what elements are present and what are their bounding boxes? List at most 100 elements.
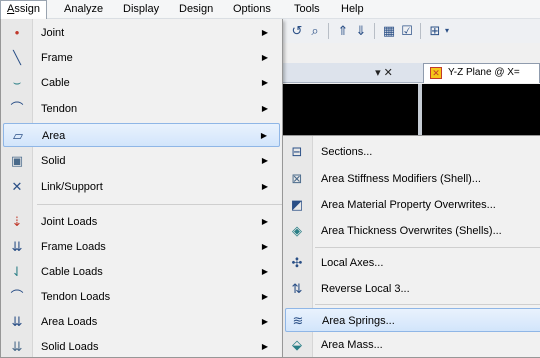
submenu-item-label: Local Axes... xyxy=(321,257,384,269)
menu-analyze[interactable]: Analyze xyxy=(58,0,109,19)
sections-icon: ⊟ xyxy=(291,144,303,159)
submenu-arrow-icon: ▶ xyxy=(261,104,268,113)
move-down-icon[interactable]: ⇓ xyxy=(352,23,370,39)
cable-icon: ⌣ xyxy=(12,75,22,90)
submenu-arrow-icon: ▶ xyxy=(261,292,268,301)
submenu-item-label: Area Material Property Overwrites... xyxy=(321,199,496,211)
submenu-item-thickness-overwrites[interactable]: ◈ Area Thickness Overwrites (Shells)... xyxy=(285,219,540,243)
menu-assign[interactable]: Assign xyxy=(0,0,48,20)
cable-loads-icon: ⇃ xyxy=(11,264,23,279)
menu-item-label: Cable xyxy=(41,77,70,89)
menu-item-link-support[interactable]: ✕ Link/Support ▶ xyxy=(3,175,280,199)
menu-item-label: Area xyxy=(42,130,66,142)
submenu-item-area-springs[interactable]: ≋ Area Springs... xyxy=(285,308,540,332)
submenu-item-label: Sections... xyxy=(321,146,373,158)
material-overwrites-icon: ◩ xyxy=(290,197,304,212)
area-submenu: ⊟ Sections... ⊠ Area Stiffness Modifiers… xyxy=(282,135,540,358)
area-loads-icon: ⇊ xyxy=(11,314,23,329)
tendon-loads-icon: ⌒ xyxy=(10,289,24,304)
joint-icon: • xyxy=(14,25,20,40)
submenu-arrow-icon: ▶ xyxy=(261,28,268,37)
menu-item-label: Frame Loads xyxy=(41,241,106,253)
submenu-arrow-icon: ▶ xyxy=(261,317,268,326)
menu-item-frame[interactable]: ╲ Frame ▶ xyxy=(3,46,280,70)
undo-icon[interactable]: ↺ xyxy=(288,23,306,39)
submenu-item-label: Area Stiffness Modifiers (Shell)... xyxy=(321,173,481,185)
submenu-item-label: Area Springs... xyxy=(322,315,395,327)
menu-item-label: Cable Loads xyxy=(41,266,103,278)
menu-item-joint[interactable]: • Joint ▶ xyxy=(3,21,280,45)
toolbar-separator xyxy=(420,23,421,39)
link-support-icon: ✕ xyxy=(11,179,23,194)
toolbar-separator xyxy=(328,23,329,39)
submenu-arrow-icon: ▶ xyxy=(261,217,268,226)
thickness-overwrites-icon: ◈ xyxy=(292,223,302,238)
pane-close-controls[interactable]: ▾ ✕ xyxy=(364,63,404,83)
submenu-item-reverse-local-3[interactable]: ⇅ Reverse Local 3... xyxy=(285,277,540,301)
tendon-icon: ⌒ xyxy=(10,101,24,116)
menu-item-area-loads[interactable]: ⇊ Area Loads ▶ xyxy=(3,310,280,334)
menu-item-area[interactable]: ▱ Area ▶ xyxy=(3,123,280,147)
move-up-icon[interactable]: ⇑ xyxy=(334,23,352,39)
toolbar-separator xyxy=(374,23,375,39)
menu-item-joint-loads[interactable]: ⇣ Joint Loads ▶ xyxy=(3,210,280,234)
menu-item-label: Area Loads xyxy=(41,316,98,328)
menu-tools[interactable]: Tools xyxy=(288,0,326,19)
submenu-arrow-icon: ▶ xyxy=(261,182,268,191)
chevron-down-icon[interactable]: ▾ xyxy=(442,23,452,39)
menu-item-label: Solid xyxy=(41,155,66,167)
assign-menu: • Joint ▶ ╲ Frame ▶ ⌣ Cable ▶ ⌒ Tendon ▶… xyxy=(0,19,283,358)
menu-item-label: Solid Loads xyxy=(41,341,99,353)
menu-item-tendon[interactable]: ⌒ Tendon ▶ xyxy=(3,97,280,121)
joint-loads-icon: ⇣ xyxy=(11,214,23,229)
menu-item-frame-loads[interactable]: ⇊ Frame Loads ▶ xyxy=(3,235,280,259)
menu-separator xyxy=(37,204,282,205)
submenu-separator xyxy=(315,247,540,248)
view-tab-title: Y-Z Plane @ X= xyxy=(448,67,520,78)
menu-item-label: Tendon xyxy=(41,103,78,115)
reverse-local-icon: ⇅ xyxy=(291,281,303,296)
menu-item-label: Link/Support xyxy=(41,181,103,193)
submenu-arrow-icon: ▶ xyxy=(261,242,268,251)
menu-assign-rest: ssign xyxy=(14,3,41,15)
menu-item-cable-loads[interactable]: ⇃ Cable Loads ▶ xyxy=(3,260,280,284)
frame-icon: ╲ xyxy=(13,50,21,65)
area-mass-icon: ⬙ xyxy=(292,337,302,352)
view-window-icon: ✕ xyxy=(430,67,442,79)
submenu-item-stiffness-modifiers[interactable]: ⊠ Area Stiffness Modifiers (Shell)... xyxy=(285,167,540,191)
menu-item-label: Tendon Loads xyxy=(41,291,111,303)
area-springs-icon: ≋ xyxy=(292,313,304,328)
submenu-separator xyxy=(315,304,540,305)
submenu-item-sections[interactable]: ⊟ Sections... xyxy=(285,140,540,164)
binoculars-icon[interactable]: ⌕ xyxy=(306,23,324,39)
view-tab-yz-plane[interactable]: ✕ Y-Z Plane @ X= xyxy=(423,63,540,83)
submenu-item-label: Area Thickness Overwrites (Shells)... xyxy=(321,225,502,237)
menu-item-cable[interactable]: ⌣ Cable ▶ xyxy=(3,71,280,95)
submenu-arrow-icon: ▶ xyxy=(261,53,268,62)
menu-item-solid-loads[interactable]: ⇊ Solid Loads ▶ xyxy=(3,335,280,357)
local-axes-icon: ✣ xyxy=(291,255,303,270)
submenu-item-label: Area Mass... xyxy=(321,339,383,351)
stiffness-modifiers-icon: ⊠ xyxy=(291,171,303,186)
menu-item-label: Joint Loads xyxy=(41,216,98,228)
menu-options[interactable]: Options xyxy=(227,0,277,19)
menu-item-tendon-loads[interactable]: ⌒ Tendon Loads ▶ xyxy=(3,285,280,309)
submenu-arrow-icon: ▶ xyxy=(261,78,268,87)
menu-item-solid[interactable]: ▣ Solid ▶ xyxy=(3,149,280,173)
menu-item-label: Joint xyxy=(41,27,65,39)
submenu-item-label: Reverse Local 3... xyxy=(321,283,410,295)
submenu-item-local-axes[interactable]: ✣ Local Axes... xyxy=(285,251,540,275)
solid-icon: ▣ xyxy=(10,153,24,168)
menu-bar: Assign Analyze Display Design Options To… xyxy=(0,0,540,20)
snap-icon[interactable]: ▦ xyxy=(380,23,398,39)
area-icon: ▱ xyxy=(13,128,23,143)
menu-display[interactable]: Display xyxy=(117,0,165,19)
submenu-arrow-icon: ▶ xyxy=(261,156,268,165)
menu-item-label: Frame xyxy=(41,52,73,64)
menu-design[interactable]: Design xyxy=(173,0,219,19)
menu-help[interactable]: Help xyxy=(335,0,370,19)
submenu-item-material-overwrites[interactable]: ◩ Area Material Property Overwrites... xyxy=(285,193,540,217)
checkbox-icon[interactable]: ☑ xyxy=(398,23,416,39)
model-view-right[interactable] xyxy=(422,84,540,138)
submenu-item-area-mass[interactable]: ⬙ Area Mass... xyxy=(285,333,540,357)
